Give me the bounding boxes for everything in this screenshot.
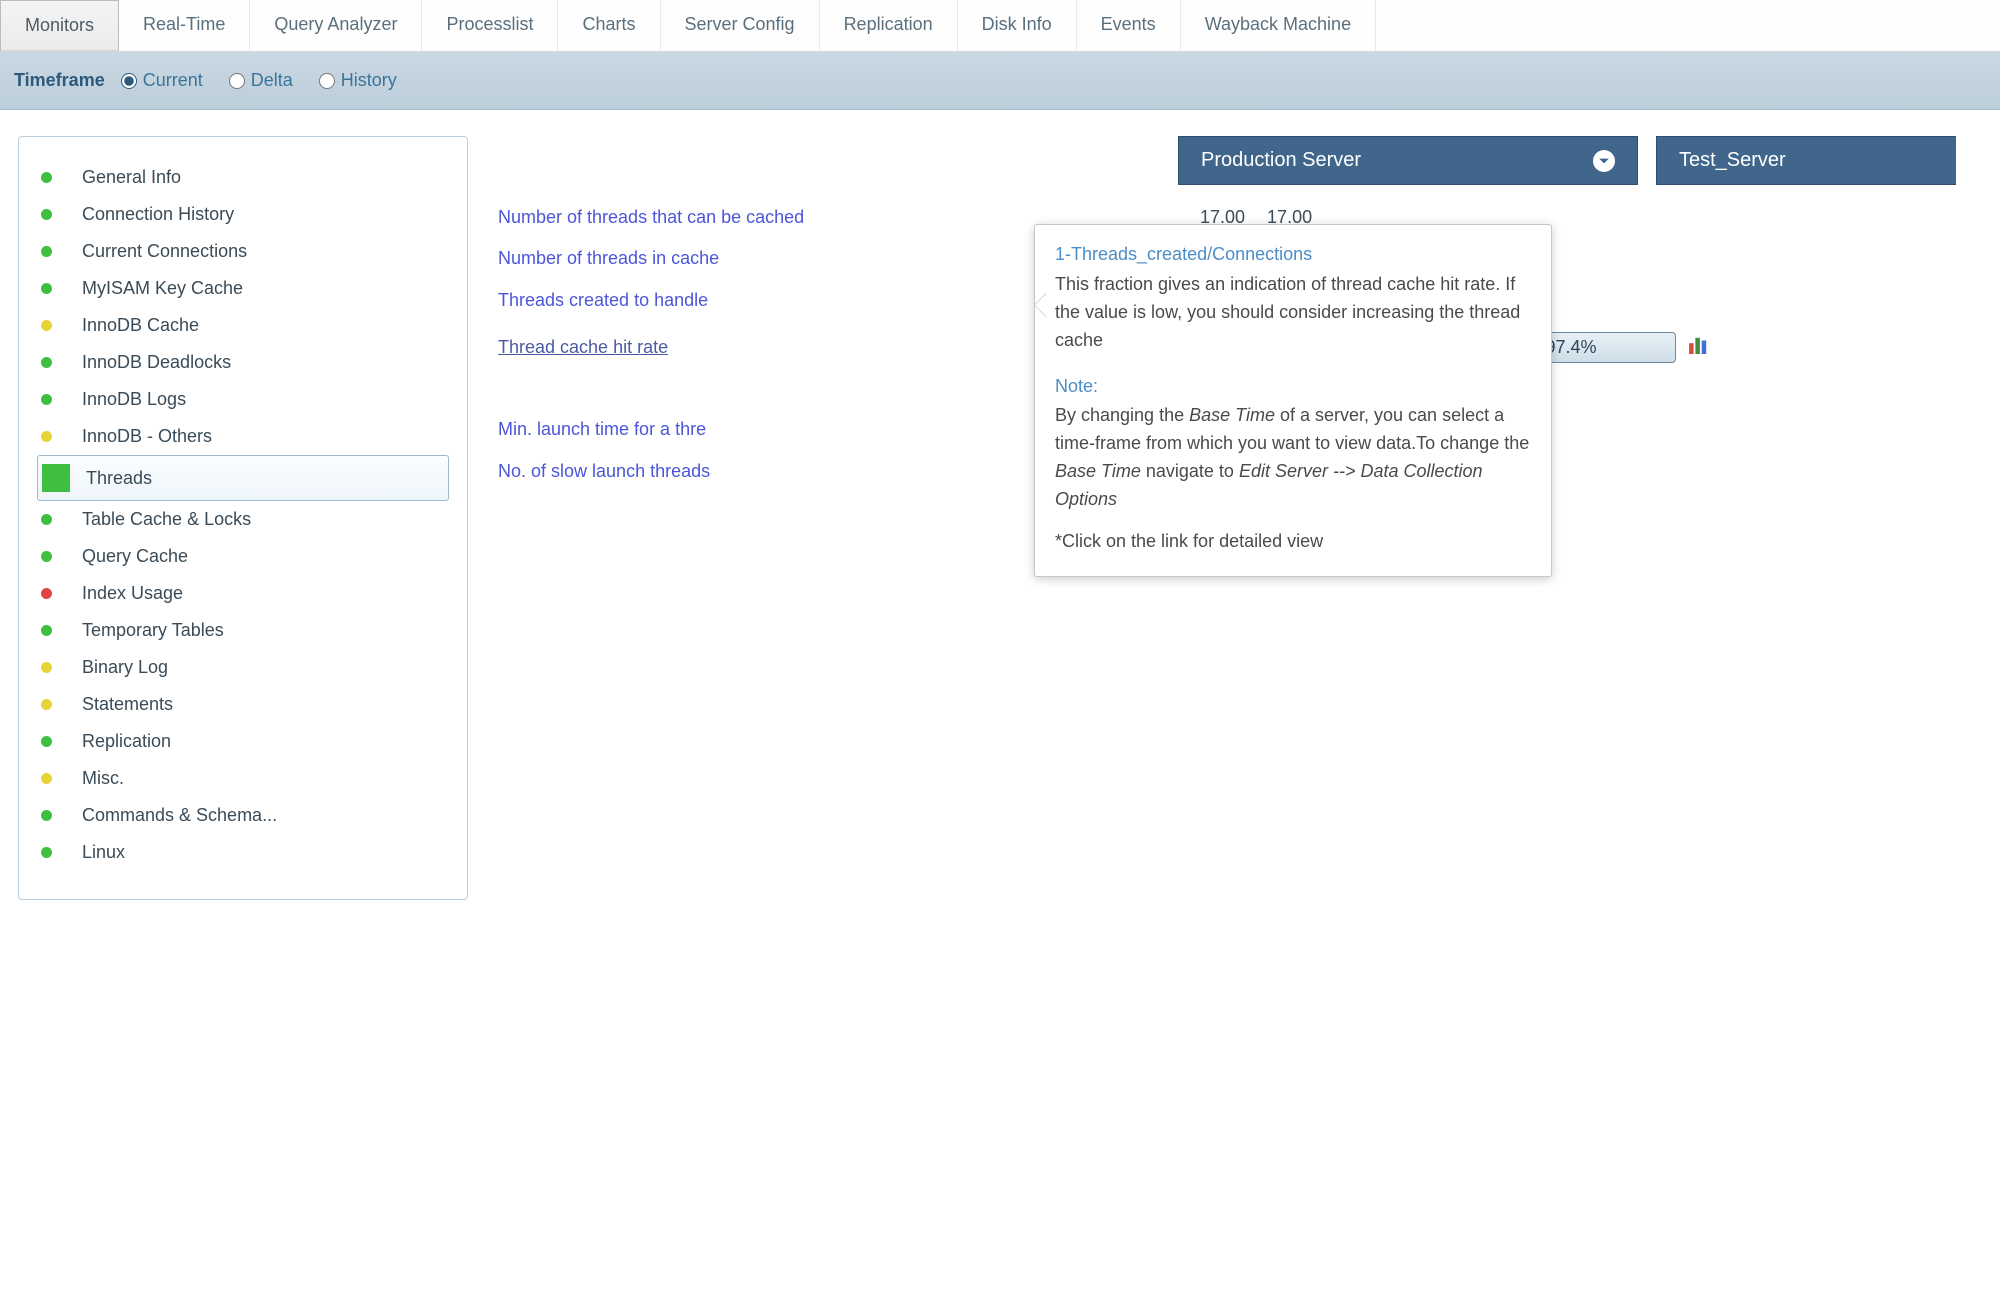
timeframe-radio[interactable] bbox=[229, 73, 245, 89]
main-tabs: MonitorsReal-TimeQuery AnalyzerProcessli… bbox=[0, 0, 2000, 52]
sidebar-item-label: MyISAM Key Cache bbox=[82, 278, 243, 299]
tab-charts[interactable]: Charts bbox=[558, 0, 660, 51]
status-dot-icon bbox=[41, 283, 52, 294]
sidebar-item-myisam-key-cache[interactable]: MyISAM Key Cache bbox=[19, 270, 467, 307]
tooltip-body: This fraction gives an indication of thr… bbox=[1055, 271, 1531, 355]
status-dot-icon bbox=[42, 464, 70, 492]
chevron-down-icon[interactable] bbox=[1593, 150, 1615, 172]
sidebar-item-label: InnoDB Logs bbox=[82, 389, 186, 410]
status-dot-icon bbox=[41, 514, 52, 525]
timeframe-bar: Timeframe Current Delta History bbox=[0, 52, 2000, 110]
status-dot-icon bbox=[41, 773, 52, 784]
sidebar-item-label: Binary Log bbox=[82, 657, 168, 678]
tab-wayback-machine[interactable]: Wayback Machine bbox=[1181, 0, 1376, 51]
sidebar-item-connection-history[interactable]: Connection History bbox=[19, 196, 467, 233]
sidebar-item-index-usage[interactable]: Index Usage bbox=[19, 575, 467, 612]
status-dot-icon bbox=[41, 588, 52, 599]
server-header-production[interactable]: Production Server bbox=[1178, 136, 1638, 185]
status-dot-icon bbox=[41, 172, 52, 183]
tab-disk-info[interactable]: Disk Info bbox=[958, 0, 1077, 51]
status-dot-icon bbox=[41, 810, 52, 821]
sidebar-item-label: Linux bbox=[82, 842, 125, 863]
tab-events[interactable]: Events bbox=[1077, 0, 1181, 51]
status-dot-icon bbox=[41, 625, 52, 636]
server-header-label: Production Server bbox=[1201, 149, 1361, 172]
timeframe-option-history[interactable]: History bbox=[319, 70, 397, 91]
server-header-test[interactable]: Test_Server bbox=[1656, 136, 1956, 185]
bar-chart-icon[interactable] bbox=[1688, 336, 1710, 359]
tab-replication[interactable]: Replication bbox=[820, 0, 958, 51]
tooltip-title: 1-Threads_created/Connections bbox=[1055, 241, 1531, 269]
sidebar-item-label: Query Cache bbox=[82, 546, 188, 567]
sidebar-item-binary-log[interactable]: Binary Log bbox=[19, 649, 467, 686]
sidebar-item-label: Connection History bbox=[82, 204, 234, 225]
sidebar-item-innodb-cache[interactable]: InnoDB Cache bbox=[19, 307, 467, 344]
sidebar-item-label: Index Usage bbox=[82, 583, 183, 604]
status-dot-icon bbox=[41, 320, 52, 331]
tab-processlist[interactable]: Processlist bbox=[422, 0, 558, 51]
sidebar-item-table-cache-locks[interactable]: Table Cache & Locks bbox=[19, 501, 467, 538]
sidebar-item-commands-schema-[interactable]: Commands & Schema... bbox=[19, 797, 467, 834]
status-dot-icon bbox=[41, 847, 52, 858]
status-dot-icon bbox=[41, 662, 52, 673]
sidebar-item-label: Current Connections bbox=[82, 241, 247, 262]
tab-query-analyzer[interactable]: Query Analyzer bbox=[250, 0, 422, 51]
timeframe-radio[interactable] bbox=[319, 73, 335, 89]
sidebar-item-linux[interactable]: Linux bbox=[19, 834, 467, 871]
status-dot-icon bbox=[41, 699, 52, 710]
timeframe-radio[interactable] bbox=[121, 73, 137, 89]
sidebar-item-label: General Info bbox=[82, 167, 181, 188]
tab-real-time[interactable]: Real-Time bbox=[119, 0, 250, 51]
timeframe-option-label: Delta bbox=[251, 70, 293, 91]
sidebar-item-label: Threads bbox=[86, 468, 152, 489]
status-dot-icon bbox=[41, 246, 52, 257]
sidebar-item-label: InnoDB - Others bbox=[82, 426, 212, 447]
sidebar-item-label: Misc. bbox=[82, 768, 124, 789]
tooltip-note-body: By changing the Base Time of a server, y… bbox=[1055, 402, 1531, 514]
sidebar-item-label: Replication bbox=[82, 731, 171, 752]
sidebar-item-label: Commands & Schema... bbox=[82, 805, 277, 826]
sidebar-item-label: Table Cache & Locks bbox=[82, 509, 251, 530]
sidebar-item-label: Temporary Tables bbox=[82, 620, 224, 641]
sidebar-item-general-info[interactable]: General Info bbox=[19, 159, 467, 196]
sidebar-item-innodb-logs[interactable]: InnoDB Logs bbox=[19, 381, 467, 418]
status-dot-icon bbox=[41, 551, 52, 562]
status-dot-icon bbox=[41, 357, 52, 368]
tooltip-footer: *Click on the link for detailed view bbox=[1055, 528, 1531, 556]
server-header-label: Test_Server bbox=[1679, 149, 1786, 172]
sidebar-item-label: InnoDB Cache bbox=[82, 315, 199, 336]
sidebar-item-temporary-tables[interactable]: Temporary Tables bbox=[19, 612, 467, 649]
timeframe-option-current[interactable]: Current bbox=[121, 70, 203, 91]
tab-server-config[interactable]: Server Config bbox=[661, 0, 820, 51]
status-dot-icon bbox=[41, 394, 52, 405]
sidebar-item-current-connections[interactable]: Current Connections bbox=[19, 233, 467, 270]
timeframe-option-label: History bbox=[341, 70, 397, 91]
timeframe-label: Timeframe bbox=[14, 70, 105, 91]
timeframe-option-delta[interactable]: Delta bbox=[229, 70, 293, 91]
metric-category-sidebar: General Info Connection History Current Co… bbox=[18, 136, 468, 900]
status-dot-icon bbox=[41, 736, 52, 747]
sidebar-item-threads[interactable]: Threads bbox=[37, 455, 449, 501]
metric-help-tooltip: 1-Threads_created/Connections This fract… bbox=[1034, 224, 1552, 577]
sidebar-item-replication[interactable]: Replication bbox=[19, 723, 467, 760]
sidebar-item-misc-[interactable]: Misc. bbox=[19, 760, 467, 797]
tooltip-note-label: Note: bbox=[1055, 373, 1531, 401]
status-dot-icon bbox=[41, 209, 52, 220]
sidebar-item-innodb-deadlocks[interactable]: InnoDB Deadlocks bbox=[19, 344, 467, 381]
timeframe-option-label: Current bbox=[143, 70, 203, 91]
sidebar-item-statements[interactable]: Statements bbox=[19, 686, 467, 723]
status-dot-icon bbox=[41, 431, 52, 442]
tab-monitors[interactable]: Monitors bbox=[0, 0, 119, 51]
sidebar-item-label: InnoDB Deadlocks bbox=[82, 352, 231, 373]
sidebar-item-label: Statements bbox=[82, 694, 173, 715]
sidebar-item-innodb-others[interactable]: InnoDB - Others bbox=[19, 418, 467, 455]
sidebar-item-query-cache[interactable]: Query Cache bbox=[19, 538, 467, 575]
metric-grid: Production Server Test_Server Number of … bbox=[498, 136, 1982, 900]
